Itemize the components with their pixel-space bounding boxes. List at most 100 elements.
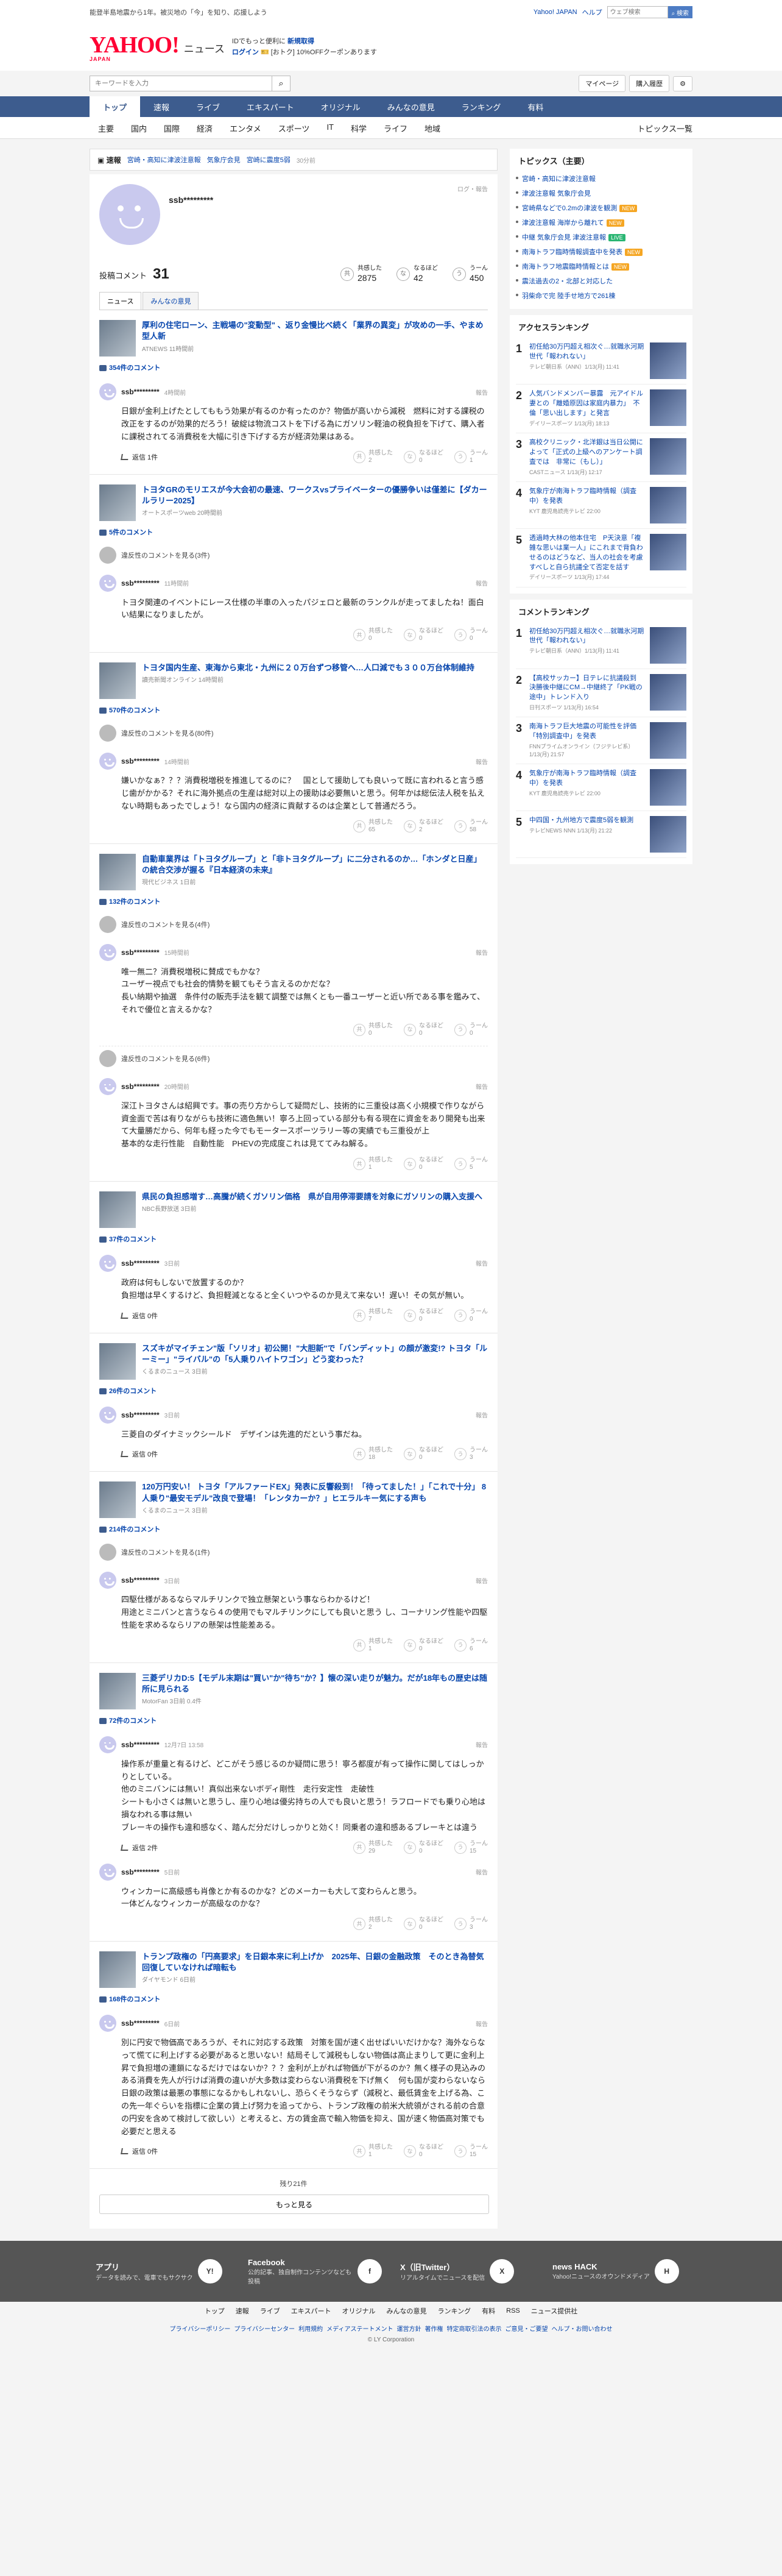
insight-button[interactable]: ななるほど 0 [404,1917,443,1931]
footer-nav-link[interactable]: ニュース提供社 [531,2306,577,2316]
load-more-button[interactable]: もっと見る [99,2195,489,2215]
report-link[interactable]: 報告 [476,1410,488,1419]
article-title[interactable]: スズキがマイチェン"版「ソリオ」初公開！"大胆新"で「バンディット」の顔が激変!… [142,1343,488,1365]
ranking-item[interactable]: 3 高校クリニック・北洋銀は当日公開によって「正式の上級へのアンケート調査では 非… [516,433,686,482]
ranking-item[interactable]: 1 初任給30万円超え相次ぐ…就職氷河期世代「報われない」 テレビ朝日系（ANN）1… [516,622,686,669]
report-link[interactable]: 報告 [476,757,488,766]
hmm-button[interactable]: ううーん 6 [454,1638,488,1653]
rank-thumbnail[interactable] [650,722,686,759]
article-link[interactable]: 自動車業界は「トヨタグループ」と「非トヨタグループ」に二分されるのか…「ホンダと… [99,853,488,890]
footer-app[interactable]: X（旧Twitter） リアルタイムでニュースを配信 X [400,2259,534,2284]
hmm-button[interactable]: ううーん 1 [454,450,488,464]
empathy-button[interactable]: 共共感した 1 [353,1638,393,1653]
report-link[interactable]: 報告 [476,1740,488,1749]
footer-nav-link[interactable]: みんなの意見 [386,2306,426,2316]
news-brand[interactable]: ニュース [184,40,225,55]
insight-button[interactable]: ななるほど 0 [404,1840,443,1855]
cat-domestic[interactable]: 国内 [122,122,155,134]
yahoo-logo[interactable]: YAHOO! JAPAN [90,34,180,62]
report-link[interactable]: 報告 [476,578,488,587]
web-search-input[interactable] [607,6,668,18]
topic-item[interactable]: 津波注意報 気象庁会見 [516,186,686,200]
insight-button[interactable]: ななるほど 0 [404,628,443,642]
empathy-button[interactable]: 共共感した 0 [353,1023,393,1037]
comment-count-link[interactable]: 26件のコメント [99,1386,488,1396]
reply-button[interactable]: 返信 2件 [121,1843,158,1853]
gnav-original[interactable]: オリジナル [308,96,374,117]
footer-nav-link[interactable]: 速報 [236,2306,249,2316]
legal-link[interactable]: メディアステートメント [326,2326,393,2333]
cat-main[interactable]: 主要 [90,122,122,134]
ranking-item[interactable]: 3 南海トラフ巨大地震の可能性を評価「特別調査中」を発表 FNNプライムオンライン（… [516,717,686,765]
comment-count-link[interactable]: 168件のコメント [99,1994,488,2004]
rank-thumbnail[interactable] [650,673,686,711]
topic-link[interactable]: 南海トラフ地震臨時情報とは [522,263,609,271]
rank-title[interactable]: 気象庁が南海トラフ臨時情報（調査中）を発表 [529,769,646,789]
empathy-button[interactable]: 共共感した 2 [353,450,393,464]
footer-nav-link[interactable]: オリジナル [342,2306,375,2316]
insight-button[interactable]: ななるほど 0 [404,1638,443,1653]
rank-thumbnail[interactable] [650,342,686,379]
article-title[interactable]: 自動車業界は「トヨタグループ」と「非トヨタグループ」に二分されるのか…「ホンダと… [142,854,488,876]
rank-title[interactable]: 中四国・九州地方で震度5弱を観測 [529,816,646,826]
hidden-comments-toggle[interactable]: 違反性のコメントを見る(80件) [99,720,488,747]
rank-thumbnail[interactable] [650,769,686,806]
footer-app[interactable]: news HACK Yahoo!ニュースのオウンドメディア H [552,2259,686,2284]
hmm-button[interactable]: ううーん 0 [454,1308,488,1323]
insight-button[interactable]: ななるほど 0 [404,450,443,464]
promo-banner[interactable]: 能登半島地震から1年。被災地の「今」を知り、応援しよう [90,7,267,17]
hmm-button[interactable]: ううーん 0 [454,1023,488,1037]
web-search-button[interactable]: ⌕ 検索 [668,6,692,18]
article-link[interactable]: トヨタ国内生産、東海から東北・九州に２０万台ずつ移管へ…人口減でも３００万台体制… [99,662,488,700]
comment-count-link[interactable]: 72件のコメント [99,1716,488,1725]
article-thumbnail[interactable] [99,1951,136,1989]
hidden-comments-toggle[interactable]: 違反性のコメントを見る(6件) [99,1045,488,1072]
gnav-paid[interactable]: 有料 [514,96,557,117]
cat-entertainment[interactable]: エンタメ [221,122,270,134]
search-icon[interactable]: ⌕ [272,76,291,91]
topic-item[interactable]: 羽柴命で完 陸手せ地方で261棟 [516,288,686,303]
article-link[interactable]: トヨタGRのモリエスが今大会初の最速、ワークスvsプライベーターの優勝争いは僅差… [99,484,488,521]
comment-count-link[interactable]: 5件のコメント [99,527,488,537]
topic-item[interactable]: 震法過去の2・北部と対応した [516,274,686,288]
topic-item[interactable]: 南海トラフ臨時情報調査中を発表 NEW [516,244,686,259]
article-thumbnail[interactable] [99,853,136,890]
article-title[interactable]: 三菱デリカD:5【モデル末期は"買い"か"待ち"か？】懐の深い走りが魅力。だが1… [142,1673,488,1695]
comment-count-link[interactable]: 354件のコメント [99,363,488,372]
footer-nav-link[interactable]: エキスパート [291,2306,331,2316]
report-link[interactable]: 報告 [476,1258,488,1268]
empathy-button[interactable]: 共共感した 1 [353,1157,393,1171]
legal-link[interactable]: プライバシーポリシー [170,2326,231,2333]
ranking-item[interactable]: 1 初任給30万円超え相次ぐ…就職氷河期世代「報われない」 テレビ朝日系（ANN）1… [516,338,686,385]
report-link[interactable]: 報告 [476,2019,488,2028]
rank-title[interactable]: 人気バンドメンバー暴露 元アイドル妻との「離婚原因は家庭内暴力」 不倫「思い出し… [529,389,646,419]
hidden-comments-toggle[interactable]: 違反性のコメントを見る(3件) [99,542,488,569]
article-thumbnail[interactable] [99,1343,136,1380]
article-title[interactable]: 県民の負担感増す…高騰が続くガソリン価格 県が自用停滞要請を対象にガソリンの購入… [142,1191,482,1202]
keyword-input[interactable] [90,76,272,91]
ranking-item[interactable]: 2 【高校サッカー】日テレに抗議殺到 決勝後中継にCM→中継終了「PK戦の途中」ト… [516,669,686,718]
breaking-item[interactable]: 気象庁会見 [207,155,241,165]
topic-link[interactable]: 羽柴命で完 陸手せ地方で261棟 [522,293,615,300]
comment-count-link[interactable]: 214件のコメント [99,1524,488,1534]
insight-button[interactable]: ななるほど 0 [404,1157,443,1171]
gnav-ranking[interactable]: ランキング [448,96,515,117]
legal-link[interactable]: ご意見・ご要望 [505,2326,548,2333]
topic-item[interactable]: 宮崎県などで0.2mの津波を観測 NEW [516,200,686,215]
mypage-button[interactable]: マイページ [579,75,626,92]
article-thumbnail[interactable] [99,1191,136,1228]
tab-opinions[interactable]: みんなの意見 [143,292,199,310]
report-link[interactable]: 報告 [476,1576,488,1585]
cat-life[interactable]: ライフ [375,122,416,134]
reply-button[interactable]: 返信 1件 [121,452,158,462]
topic-link[interactable]: 震法過去の2・北部と対応した [522,278,613,285]
article-title[interactable]: 120万円安い！ トヨタ「アルファードEX」発表に反響殺到！「待ってました！」「… [142,1481,488,1503]
article-thumbnail[interactable] [99,484,136,521]
article-link[interactable]: スズキがマイチェン"版「ソリオ」初公開！"大胆新"で「バンディット」の顔が激変!… [99,1343,488,1380]
breaking-item[interactable]: 宮崎・高知に津波注意報 [127,155,201,165]
empathy-button[interactable]: 共共感した 1 [353,2144,393,2159]
topic-link[interactable]: 宮崎・高知に津波注意報 [522,176,596,183]
gnav-expert[interactable]: エキスパート [233,96,308,117]
help-link[interactable]: ヘルプ [582,7,602,17]
footer-app[interactable]: Facebook 公的記事、独自制作コンテンツなども投稿 f [248,2258,382,2285]
